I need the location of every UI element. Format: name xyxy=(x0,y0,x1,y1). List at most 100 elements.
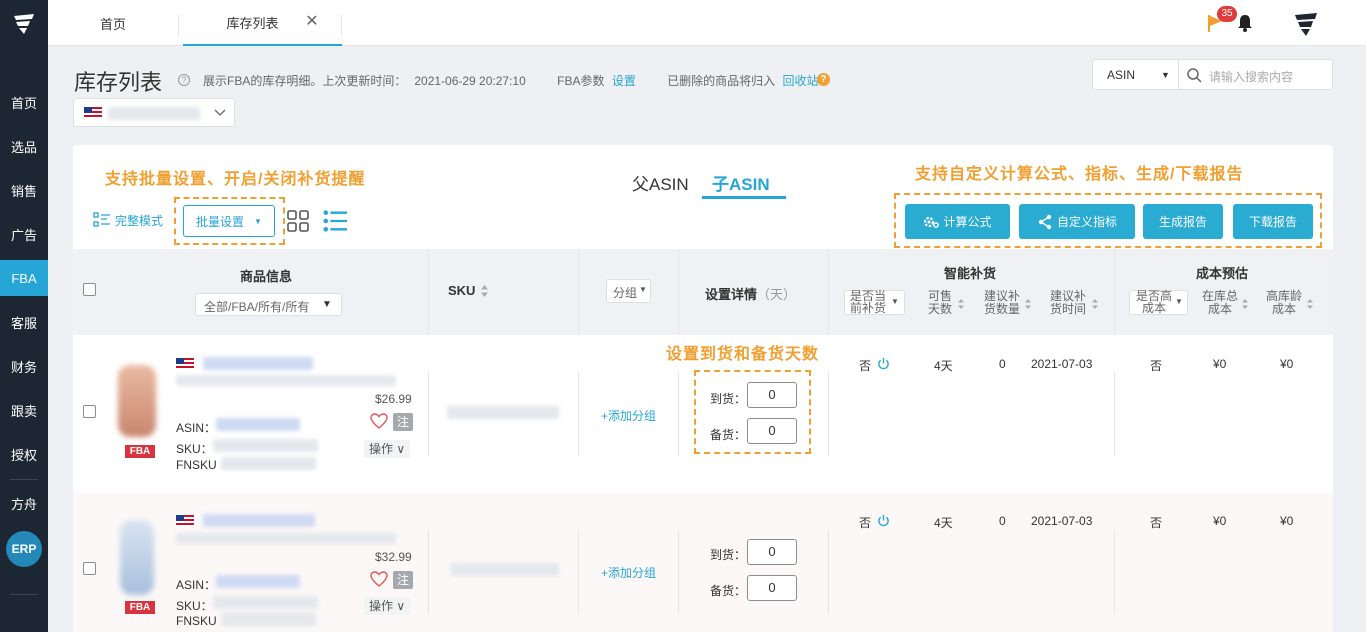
tab-child-asin[interactable]: 子ASIN xyxy=(712,170,770,195)
select-all-checkbox[interactable] xyxy=(83,283,96,296)
row-checkbox[interactable] xyxy=(83,405,96,418)
search-divider xyxy=(1178,60,1179,89)
fba-param-settings-link[interactable]: 设置 xyxy=(612,74,636,88)
deleted-note: 已删除的商品将归入 xyxy=(667,74,776,88)
arrive-label: 到货： xyxy=(710,548,747,562)
fnsku-label: FNSKU xyxy=(176,614,217,628)
column-divider xyxy=(578,530,579,614)
fba-badge: FBA xyxy=(125,445,155,458)
recycle-bin-link[interactable]: 回收站 xyxy=(783,74,819,88)
fba-badge: FBA xyxy=(125,601,155,614)
product-filter-select[interactable]: 全部/FBA/所有/所有 ▼ xyxy=(195,293,342,316)
stock-days-input[interactable]: 0 xyxy=(747,418,797,444)
list-mode-icon[interactable] xyxy=(93,212,111,228)
sidebar-item-label: 方舟 xyxy=(10,496,37,512)
heart-icon[interactable] xyxy=(370,571,388,587)
product-title-redacted[interactable] xyxy=(203,514,315,527)
arrive-days-input[interactable]: 0 xyxy=(747,539,797,565)
sidebar-item-sales[interactable]: 销售 xyxy=(0,172,48,208)
aged-cost: ¥0 xyxy=(1280,357,1294,371)
question-icon[interactable]: ? xyxy=(817,73,830,86)
tab-home[interactable]: 首页 xyxy=(48,0,178,46)
row-checkbox[interactable] xyxy=(83,562,96,575)
column-divider xyxy=(1114,249,1115,335)
caret-down-icon: ▼ xyxy=(1161,70,1170,80)
sidebar-item-fba[interactable]: FBA xyxy=(0,260,48,296)
sidebar-item-ads[interactable]: 广告 xyxy=(0,216,48,252)
column-divider xyxy=(1114,530,1115,614)
sort-icon[interactable] xyxy=(480,284,489,298)
sku-label: SKU： xyxy=(176,442,213,456)
add-group-link[interactable]: +添加分组 xyxy=(601,564,656,581)
product-title-redacted[interactable] xyxy=(203,357,313,370)
note-button[interactable]: 注 xyxy=(393,413,413,431)
help-icon[interactable]: ? xyxy=(178,74,190,86)
us-flag-icon xyxy=(176,515,194,527)
caret-down-icon: ▼ xyxy=(254,216,262,226)
list-view-icon[interactable] xyxy=(323,209,347,233)
sort-icon[interactable] xyxy=(1241,298,1249,310)
batch-settings-button[interactable]: 批量设置 ▼ xyxy=(183,205,275,237)
sku-value-redacted xyxy=(213,596,318,609)
download-report-button[interactable]: 下载报告 xyxy=(1233,204,1313,239)
add-group-link[interactable]: +添加分组 xyxy=(601,407,656,424)
custom-metric-button[interactable]: 自定义指标 xyxy=(1019,204,1135,239)
sort-icon[interactable] xyxy=(957,298,965,310)
fnsku-value-redacted xyxy=(221,457,316,470)
sidebar-item-home[interactable]: 首页 xyxy=(0,84,48,120)
avatar[interactable] xyxy=(1292,10,1320,38)
active-tab-underline xyxy=(702,196,786,199)
power-icon[interactable] xyxy=(877,357,890,370)
gear-icon xyxy=(924,216,940,228)
group-select[interactable]: 分组 ▼ xyxy=(606,279,651,303)
grid-view-icon[interactable] xyxy=(286,209,310,233)
arrive-days-input[interactable]: 0 xyxy=(747,382,797,408)
search-type-select[interactable]: ASIN xyxy=(1107,68,1135,82)
suggest-date: 2021-07-03 xyxy=(1031,357,1093,371)
caret-down-icon: ▼ xyxy=(322,299,332,310)
operation-menu[interactable]: 操作 ∨ xyxy=(364,440,411,458)
sort-icon[interactable] xyxy=(1024,298,1032,310)
replenish-filter-select[interactable]: 是否当前补货 ▼ xyxy=(844,290,905,315)
operation-menu[interactable]: 操作 ∨ xyxy=(364,597,411,615)
arrive-label: 到货： xyxy=(710,392,747,406)
sidebar-item-label: 选品 xyxy=(10,139,37,155)
sidebar-item-service[interactable]: 客服 xyxy=(0,304,48,340)
note-button[interactable]: 注 xyxy=(393,571,413,589)
full-mode-toggle[interactable]: 完整模式 xyxy=(115,212,163,229)
sku-column-redacted xyxy=(451,563,559,576)
stock-cost: ¥0 xyxy=(1213,514,1227,528)
sort-icon[interactable] xyxy=(1306,298,1314,310)
sidebar-item-follow-sell[interactable]: 跟卖 xyxy=(0,392,48,428)
product-image[interactable] xyxy=(118,365,156,437)
search-icon[interactable] xyxy=(1186,67,1202,83)
sidebar-item-authorize[interactable]: 授权 xyxy=(0,436,48,472)
asin-value-redacted[interactable] xyxy=(216,575,300,588)
heart-icon[interactable] xyxy=(370,413,388,429)
formula-button[interactable]: 计算公式 xyxy=(905,204,1010,239)
header-sku: SKU xyxy=(448,283,476,298)
update-time: 2021-06-29 20:27:10 xyxy=(414,74,526,88)
tab-parent-asin[interactable]: 父ASIN xyxy=(632,170,689,195)
high-cost-filter-select[interactable]: 是否高成本 ▼ xyxy=(1129,290,1188,315)
asin-value-redacted[interactable] xyxy=(216,418,300,431)
stock-days-input[interactable]: 0 xyxy=(747,575,797,601)
close-icon[interactable]: ✕ xyxy=(304,14,320,30)
sort-icon[interactable] xyxy=(1091,298,1099,310)
sidebar-item-selection[interactable]: 选品 xyxy=(0,128,48,164)
product-image[interactable] xyxy=(120,520,154,595)
column-divider xyxy=(578,372,579,456)
bell-icon[interactable] xyxy=(1236,13,1254,33)
erp-button[interactable]: ERP xyxy=(6,531,42,567)
sidebar-item-finance[interactable]: 财务 xyxy=(0,348,48,384)
generate-report-button[interactable]: 生成报告 xyxy=(1143,204,1223,239)
power-icon[interactable] xyxy=(877,514,890,527)
app-logo-icon[interactable] xyxy=(0,0,48,48)
sidebar-item-ark[interactable]: 方舟 xyxy=(0,485,48,521)
country-select[interactable] xyxy=(73,98,235,127)
sidebar-divider xyxy=(10,479,38,480)
header-cost-estimate: 成本预估 xyxy=(1196,266,1249,281)
formula-button-label: 计算公式 xyxy=(943,215,992,229)
search-input[interactable]: 请输入搜索内容 xyxy=(1209,68,1293,85)
product-filter-label: 全部/FBA/所有/所有 xyxy=(204,300,310,314)
